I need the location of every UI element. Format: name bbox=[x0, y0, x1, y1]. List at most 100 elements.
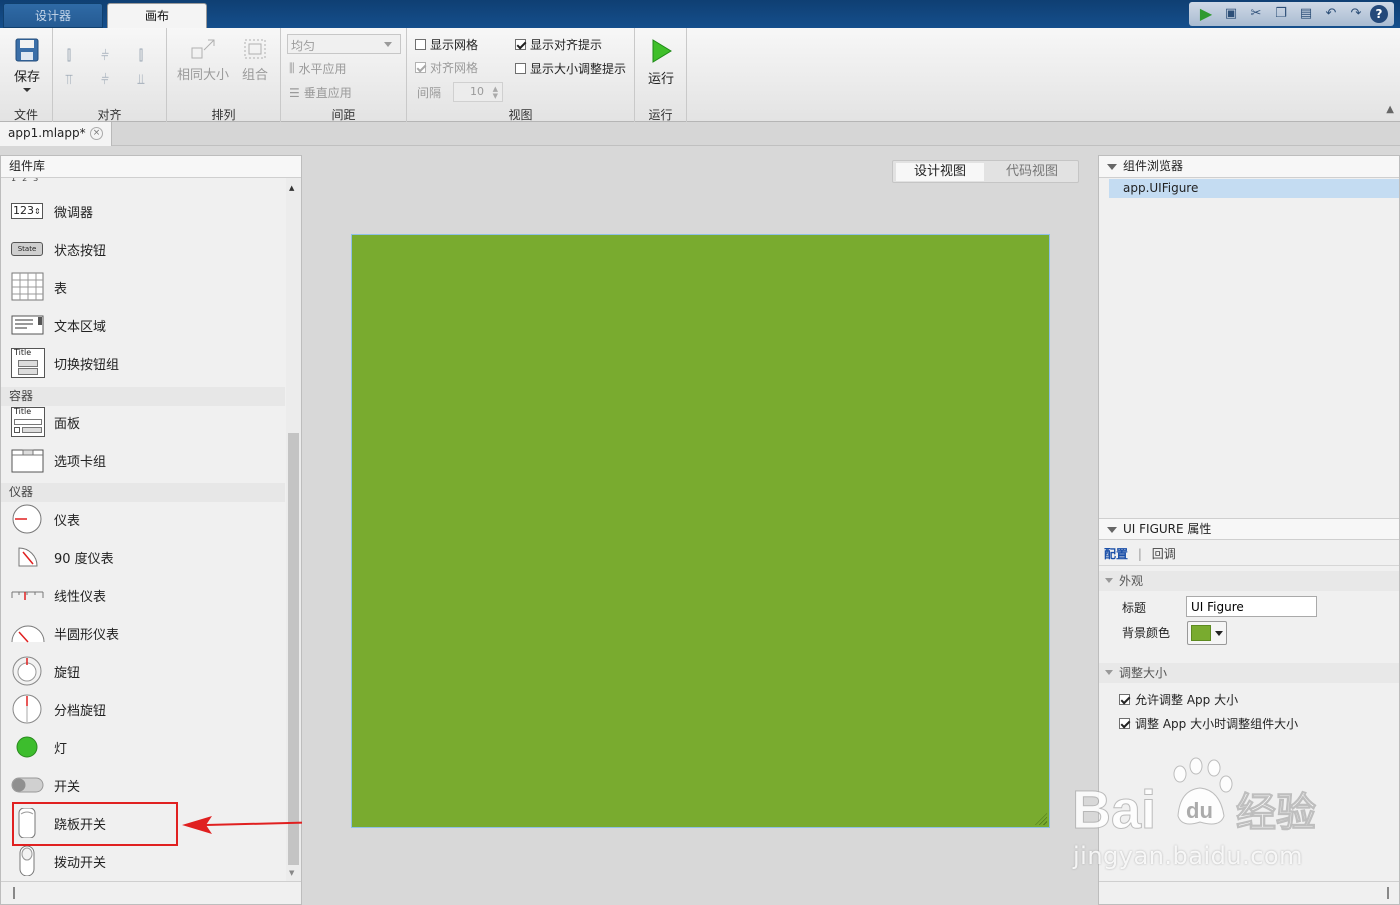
title-property-field[interactable] bbox=[1186, 596, 1317, 617]
component-browser-item[interactable]: app.UIFigure bbox=[1109, 179, 1399, 198]
code-view-button[interactable]: 代码视图 bbox=[988, 163, 1076, 181]
show-grid-check[interactable] bbox=[415, 39, 426, 50]
scroll-up-icon[interactable]: ▲ bbox=[289, 184, 294, 192]
library-item-label: 线性仪表 bbox=[54, 590, 107, 605]
properties-tabs: 配置 | 回调 bbox=[1099, 542, 1399, 566]
collapse-triangle-icon[interactable] bbox=[1107, 527, 1117, 533]
library-item-tab-group[interactable]: 选项卡组 bbox=[1, 441, 285, 479]
library-item-table[interactable]: 表 bbox=[1, 268, 285, 306]
save-dropdown-icon[interactable] bbox=[23, 88, 31, 92]
redo-icon[interactable]: ↷ bbox=[1345, 4, 1367, 24]
library-item-toggle-button-group[interactable]: Title 切换按钮组 bbox=[1, 344, 285, 382]
run-button[interactable]: 运行 bbox=[641, 38, 681, 87]
resize-hints-check[interactable] bbox=[515, 63, 526, 74]
close-icon[interactable]: × bbox=[90, 127, 103, 140]
same-size-icon bbox=[191, 39, 215, 59]
spinner-arrows-icon[interactable]: ▲ ▼ bbox=[493, 86, 498, 100]
library-item-linear-gauge[interactable]: 线性仪表 bbox=[1, 576, 285, 614]
library-item-gauge[interactable]: 仪表 bbox=[1, 500, 285, 538]
component-browser-header[interactable]: 组件浏览器 bbox=[1099, 156, 1399, 178]
paste-icon[interactable]: ▤ bbox=[1295, 4, 1317, 24]
align-middle-icon[interactable]: ⫩ bbox=[97, 72, 113, 88]
allow-resize-label: 允许调整 App 大小 bbox=[1135, 693, 1239, 707]
collapse-ribbon-icon[interactable]: ▲ bbox=[1386, 104, 1394, 115]
library-item-panel[interactable]: Title 面板 bbox=[1, 403, 285, 441]
properties-header[interactable]: UI FIGURE 属性 bbox=[1099, 518, 1399, 540]
align-center-icon[interactable]: ⫩ bbox=[97, 48, 113, 64]
tab-canvas[interactable]: 画布 bbox=[107, 3, 207, 28]
view-group-label: 视图 bbox=[508, 108, 533, 122]
resize-section[interactable]: 调整大小 bbox=[1099, 663, 1399, 683]
spacing-dropdown[interactable]: 均匀 bbox=[287, 34, 401, 54]
library-item-discrete-knob[interactable]: 分档旋钮 bbox=[1, 690, 285, 728]
resize-grip-icon[interactable] bbox=[1035, 813, 1047, 825]
library-item-semicircular-gauge[interactable]: 半圆形仪表 bbox=[1, 614, 285, 652]
interval-spinner[interactable]: 10 ▲ ▼ bbox=[453, 82, 503, 102]
align-bottom-icon[interactable]: ⫫ bbox=[133, 72, 149, 88]
resize-hints-checkbox[interactable]: 显示大小调整提示 bbox=[515, 60, 626, 77]
tab-config[interactable]: 配置 bbox=[1104, 547, 1128, 561]
apply-horizontal-button[interactable]: ⫼ 水平应用 bbox=[289, 60, 347, 77]
library-item-label: 拨动开关 bbox=[54, 856, 107, 871]
design-view-button[interactable]: 设计视图 bbox=[896, 163, 984, 181]
run-group: 运行 运行 bbox=[635, 28, 687, 122]
scroll-left-icon[interactable] bbox=[13, 887, 21, 899]
panel-icon-text: Title bbox=[14, 407, 32, 416]
background-color-picker[interactable] bbox=[1187, 621, 1227, 645]
scroll-right-icon[interactable] bbox=[1381, 887, 1389, 899]
inspector-horizontal-scrollbar[interactable] bbox=[1099, 881, 1399, 904]
undo-icon[interactable]: ↶ bbox=[1320, 4, 1342, 24]
document-tab-label: app1.mlapp* bbox=[8, 126, 86, 140]
allow-resize-checkbox[interactable]: 允许调整 App 大小 bbox=[1119, 691, 1238, 708]
ui-figure-canvas[interactable] bbox=[351, 234, 1050, 828]
library-item-lamp[interactable]: 灯 bbox=[1, 728, 285, 766]
align-hints-checkbox[interactable]: 显示对齐提示 bbox=[515, 36, 602, 53]
library-item-spinner[interactable]: 123⇕ 微调器 bbox=[1, 192, 285, 230]
snap-grid-check[interactable] bbox=[415, 62, 426, 73]
tab-callback[interactable]: 回调 bbox=[1152, 547, 1176, 561]
align-left-icon[interactable]: ⫿ bbox=[61, 48, 77, 64]
scroll-down-icon[interactable]: ▼ bbox=[289, 869, 294, 877]
cut-icon[interactable]: ✂ bbox=[1245, 4, 1267, 24]
document-tab[interactable]: app1.mlapp* × bbox=[0, 122, 112, 146]
save-icon[interactable]: ▣ bbox=[1220, 4, 1242, 24]
apply-vertical-button[interactable]: ☰ 垂直应用 bbox=[289, 84, 352, 101]
collapse-triangle-icon[interactable] bbox=[1105, 578, 1113, 583]
show-grid-checkbox[interactable]: 显示网格 bbox=[415, 36, 478, 53]
resize-children-checkbox[interactable]: 调整 App 大小时调整组件大小 bbox=[1119, 715, 1298, 732]
library-horizontal-scrollbar[interactable] bbox=[1, 881, 301, 904]
collapse-triangle-icon[interactable] bbox=[1105, 670, 1113, 675]
snap-grid-checkbox[interactable]: 对齐网格 bbox=[415, 59, 478, 76]
library-item-label: 微调器 bbox=[54, 206, 94, 221]
align-right-icon[interactable]: ⫿ bbox=[133, 48, 149, 64]
group-button[interactable]: 组合 bbox=[237, 38, 273, 83]
align-hints-check[interactable] bbox=[515, 39, 526, 50]
allow-resize-check[interactable] bbox=[1119, 694, 1130, 705]
knob-icon bbox=[12, 656, 42, 686]
library-item-toggle-switch[interactable]: 拨动开关 bbox=[1, 842, 285, 880]
library-item-label: 开关 bbox=[54, 780, 81, 795]
align-top-icon[interactable]: ⫪ bbox=[61, 72, 77, 88]
same-size-button[interactable]: 相同大小 bbox=[173, 38, 233, 83]
help-icon[interactable]: ? bbox=[1370, 5, 1388, 23]
resize-children-check[interactable] bbox=[1119, 718, 1130, 729]
save-label: 保存 bbox=[13, 70, 40, 85]
tab-designer[interactable]: 设计器 bbox=[3, 3, 103, 28]
run-icon[interactable]: ▶ bbox=[1195, 4, 1217, 24]
appearance-section[interactable]: 外观 bbox=[1099, 571, 1399, 591]
library-item-switch[interactable]: 开关 bbox=[1, 766, 285, 804]
vertical-spacing-icon: ☰ bbox=[289, 85, 300, 100]
discrete-knob-icon bbox=[12, 694, 42, 724]
library-item-knob[interactable]: 旋钮 bbox=[1, 652, 285, 690]
library-item-state-button[interactable]: State 状态按钮 bbox=[1, 230, 285, 268]
design-canvas-area: 设计视图 代码视图 bbox=[302, 146, 1098, 905]
library-scroll-thumb[interactable] bbox=[288, 433, 299, 865]
library-vertical-scrollbar[interactable]: ▲ ▼ bbox=[286, 178, 301, 881]
library-item-90-degree-gauge[interactable]: 90 度仪表 bbox=[1, 538, 285, 576]
library-item-label: 灯 bbox=[54, 742, 68, 757]
library-item-text-area[interactable]: 文本区域 bbox=[1, 306, 285, 344]
switch-icon bbox=[11, 777, 44, 793]
save-button[interactable]: 保存 bbox=[9, 38, 45, 92]
collapse-triangle-icon[interactable] bbox=[1107, 164, 1117, 170]
copy-icon[interactable]: ❐ bbox=[1270, 4, 1292, 24]
